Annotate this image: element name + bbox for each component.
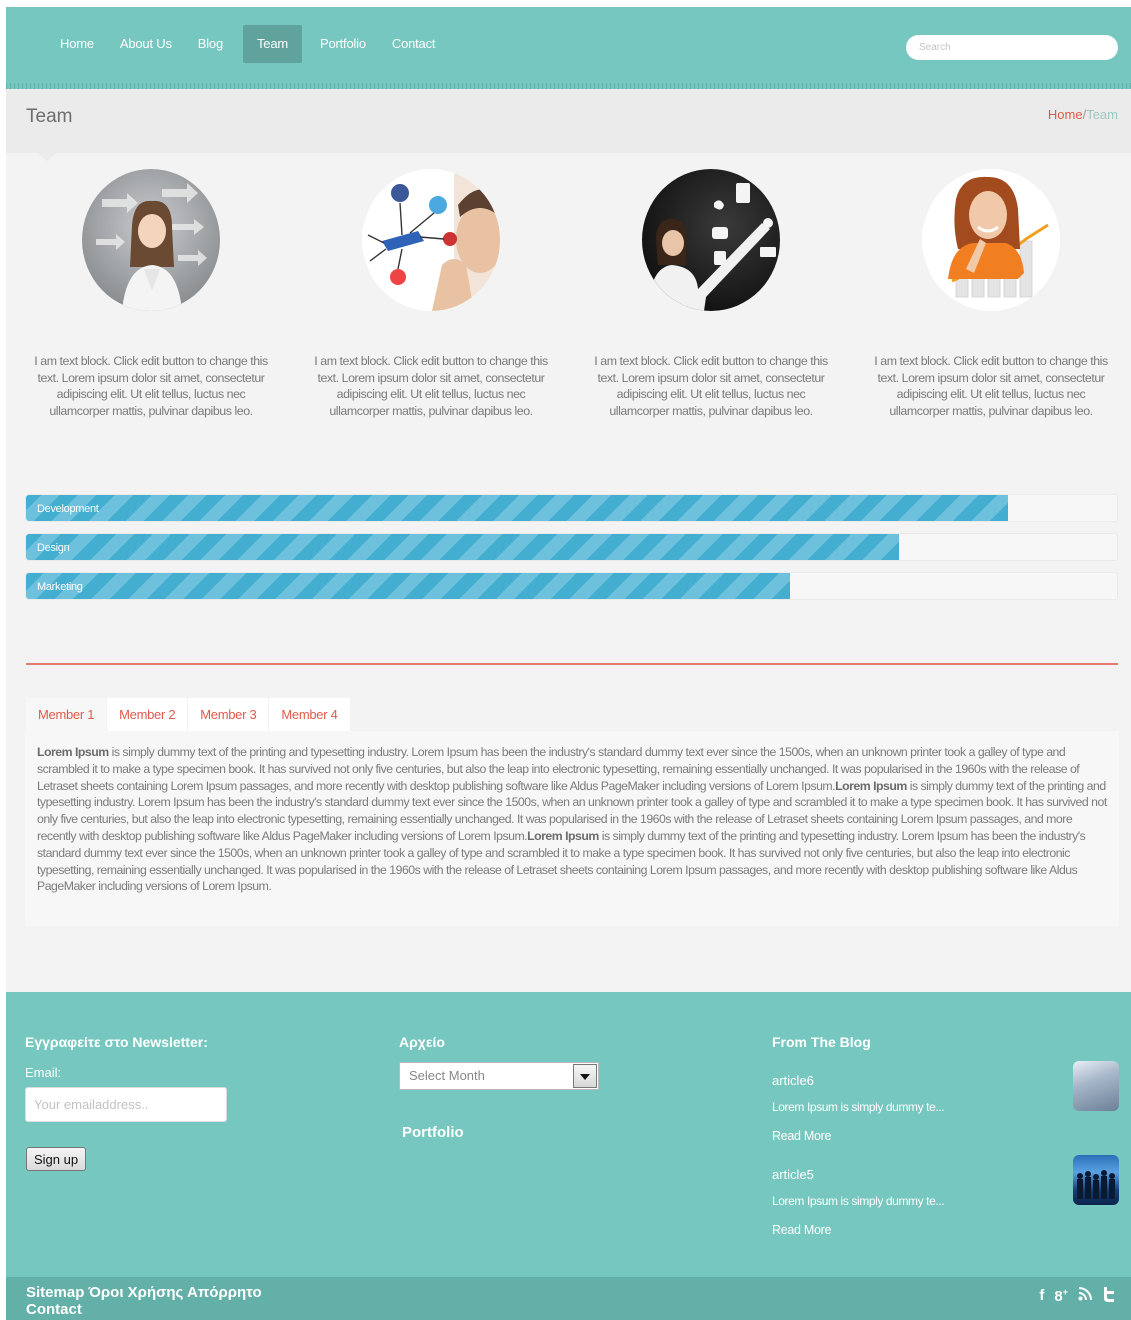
team-member-2-text: I am text block. Click edit button to ch…: [314, 354, 548, 419]
nav-home[interactable]: Home: [48, 25, 106, 63]
tab-panel-bold: Lorem Ipsum: [37, 745, 109, 759]
blog-post-title[interactable]: article5: [772, 1167, 814, 1182]
email-field[interactable]: [25, 1087, 227, 1122]
main-menu: Home About Us Blog Team Portfolio Contac…: [48, 25, 449, 63]
team-member-3: I am text block. Click edit button to ch…: [591, 169, 831, 420]
rss-icon[interactable]: [1078, 1287, 1092, 1306]
bottom-links: Sitemap Όροι Χρήσης Απόρρητο Contact: [26, 1284, 316, 1318]
archive-select-value: Select Month: [409, 1068, 485, 1083]
nav-portfolio[interactable]: Portfolio: [308, 25, 378, 63]
page: Home About Us Blog Team Portfolio Contac…: [6, 7, 1131, 1320]
chevron-down-icon[interactable]: [573, 1064, 597, 1088]
team-member-3-photo: [642, 169, 780, 311]
archive-heading: Αρχείο: [399, 1034, 445, 1050]
tab-member-1[interactable]: Member 1: [26, 698, 107, 731]
skill-bar-fill: [26, 573, 790, 599]
footer-portfolio-link[interactable]: Portfolio: [402, 1124, 464, 1141]
nav-team[interactable]: Team: [243, 25, 302, 63]
tab-member-2[interactable]: Member 2: [107, 698, 188, 731]
tab-panel: Lorem Ipsum is simply dummy text of the …: [25, 731, 1119, 926]
privacy-link[interactable]: Απόρρητο: [187, 1284, 262, 1301]
bottom-bar: Sitemap Όροι Χρήσης Απόρρητο Contact f 8…: [6, 1277, 1131, 1320]
read-more-link[interactable]: Read More: [772, 1223, 831, 1237]
sitemap-link[interactable]: Sitemap: [26, 1284, 84, 1301]
top-navigation-bar: Home About Us Blog Team Portfolio Contac…: [6, 7, 1131, 89]
archive-month-select[interactable]: Select Month: [399, 1062, 599, 1090]
contact-link[interactable]: Contact: [26, 1301, 82, 1318]
blog-post-title[interactable]: article6: [772, 1073, 814, 1088]
google-plus-icon[interactable]: 8+: [1054, 1287, 1068, 1306]
nav-contact[interactable]: Contact: [380, 25, 447, 63]
skill-bar-marketing: Marketing: [25, 572, 1118, 600]
team-member-4: I am text block. Click edit button to ch…: [871, 169, 1111, 420]
email-label: Email:: [25, 1065, 62, 1080]
skill-bar-design: Design: [25, 533, 1118, 561]
read-more-link[interactable]: Read More: [772, 1129, 831, 1143]
blog-post-thumbnail[interactable]: [1073, 1061, 1119, 1111]
team-member-4-photo: [922, 169, 1060, 311]
tab-panel-bold: Lorem Ipsum: [527, 828, 599, 843]
team-member-4-text: I am text block. Click edit button to ch…: [874, 354, 1108, 419]
page-title-band: Team Home/Team: [6, 89, 1131, 161]
blog-heading: From The Blog: [772, 1034, 871, 1050]
team-member-1: I am text block. Click edit button to ch…: [31, 169, 271, 420]
section-divider: [26, 663, 1118, 665]
team-member-2: I am text block. Click edit button to ch…: [311, 169, 551, 420]
team-member-3-text: I am text block. Click edit button to ch…: [594, 354, 828, 419]
skill-bar-development: Development: [25, 494, 1118, 522]
skill-bar-label: Design: [37, 542, 70, 554]
skill-bar-fill: [26, 495, 1008, 521]
nav-blog[interactable]: Blog: [186, 25, 235, 63]
nav-about-us[interactable]: About Us: [108, 25, 184, 63]
tab-member-3[interactable]: Member 3: [188, 698, 269, 731]
blog-post-excerpt: Lorem Ipsum is simply dummy te...: [772, 1194, 945, 1208]
blog-post-excerpt: Lorem Ipsum is simply dummy te...: [772, 1100, 945, 1114]
team-member-1-photo: [82, 169, 220, 311]
tab-panel-bold: Lorem Ipsum: [835, 778, 907, 793]
terms-link[interactable]: Όροι Χρήσης: [89, 1284, 184, 1301]
newsletter-heading: Εγγραφείτε στο Newsletter:: [25, 1034, 208, 1050]
skill-bar-fill: [26, 534, 899, 560]
search-input[interactable]: [906, 35, 1118, 60]
tab-member-4[interactable]: Member 4: [269, 698, 350, 731]
breadcrumb-current: Team: [1086, 107, 1118, 122]
sign-up-button[interactable]: Sign up: [26, 1147, 87, 1171]
twitter-icon[interactable]: [1102, 1287, 1115, 1306]
footer: Εγγραφείτε στο Newsletter: Email: Sign u…: [6, 992, 1131, 1277]
team-member-1-text: I am text block. Click edit button to ch…: [34, 354, 268, 419]
team-member-2-photo: [362, 169, 500, 311]
social-links: f 8+: [1039, 1287, 1115, 1306]
blog-post-thumbnail[interactable]: [1073, 1155, 1119, 1205]
facebook-icon[interactable]: f: [1039, 1287, 1044, 1306]
skill-bar-label: Marketing: [37, 581, 83, 593]
breadcrumb-home-link[interactable]: Home: [1048, 107, 1083, 122]
page-title: Team: [26, 106, 73, 127]
skill-bar-label: Development: [37, 503, 99, 515]
member-tabs: Member 1 Member 2 Member 3 Member 4: [26, 698, 351, 731]
breadcrumb: Home/Team: [1048, 107, 1118, 122]
